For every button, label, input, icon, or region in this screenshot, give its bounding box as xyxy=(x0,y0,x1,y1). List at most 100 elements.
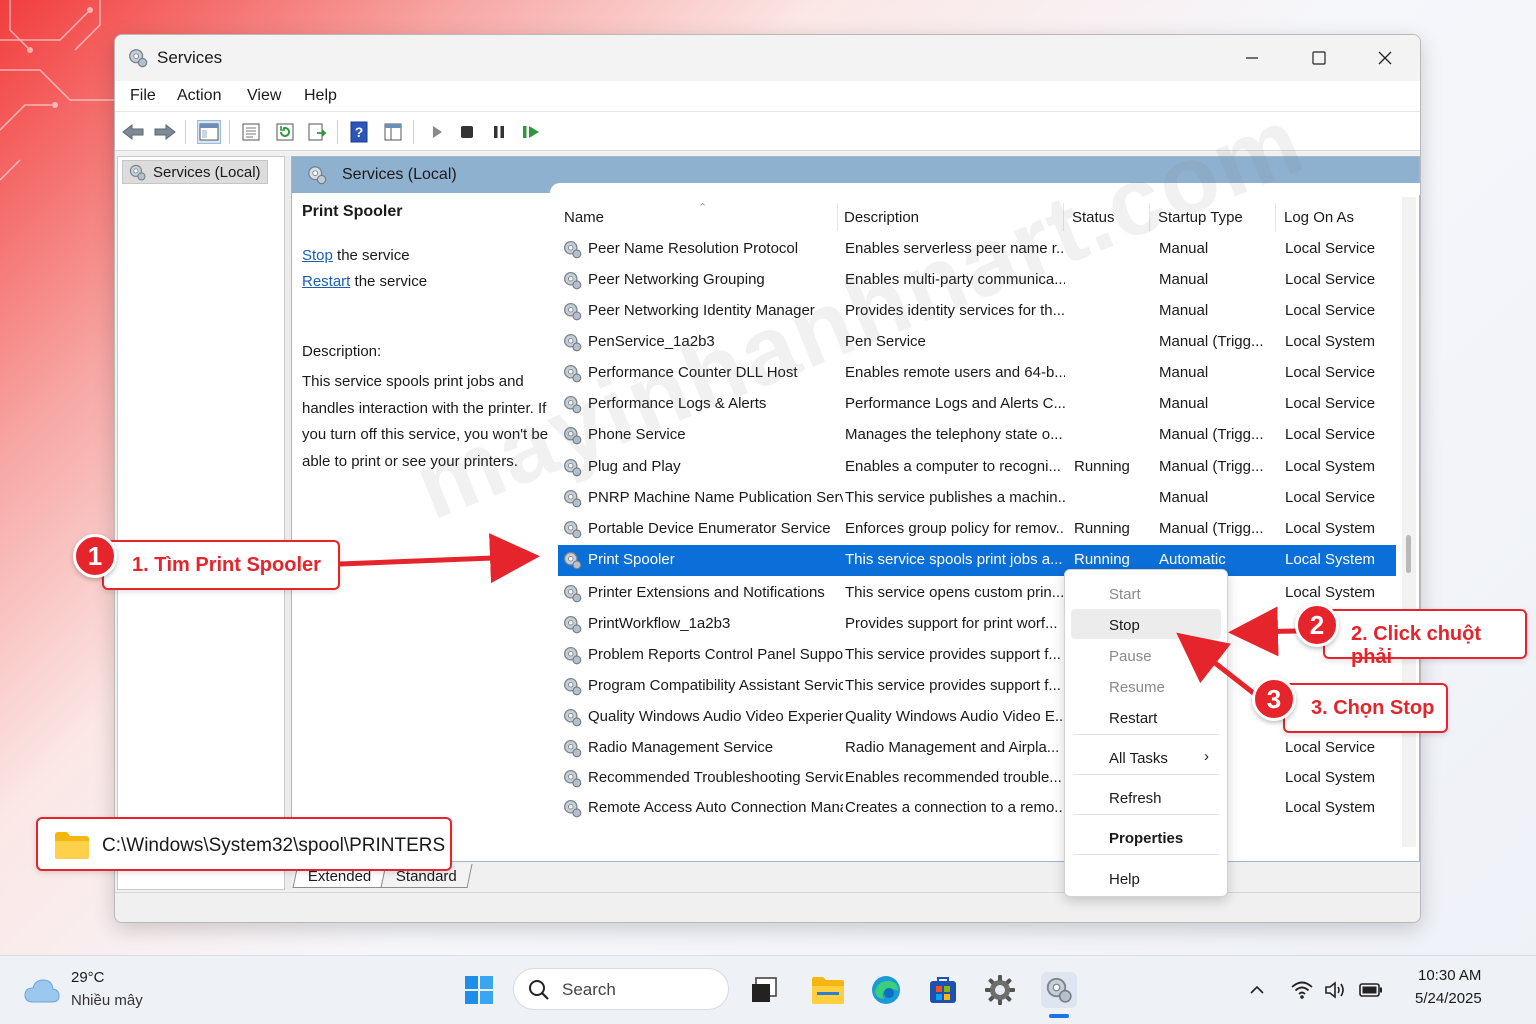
toolbar-separator xyxy=(185,120,186,144)
context-menu-resume[interactable]: Resume xyxy=(1071,671,1221,701)
settings-gear-icon xyxy=(985,975,1015,1005)
service-gear-icon xyxy=(563,240,582,259)
service-row[interactable]: Printer Extensions and Notifications This… xyxy=(558,578,1396,609)
stop-service-button[interactable] xyxy=(455,120,479,144)
svg-text:?: ? xyxy=(355,124,364,140)
column-header-name[interactable]: Name ⌃ xyxy=(558,202,838,231)
service-desc-cell: This service spools print jobs a... xyxy=(845,551,1063,568)
menu-view[interactable]: View xyxy=(247,87,281,105)
service-row[interactable]: Portable Device Enumerator Service Enforc… xyxy=(558,514,1396,545)
service-row[interactable]: Plug and Play Enables a computer to recog… xyxy=(558,452,1396,483)
back-arrow-icon xyxy=(122,123,144,141)
search-icon xyxy=(529,980,549,1000)
service-logon-cell: Local Service xyxy=(1285,364,1376,381)
service-logon-cell: Local Service xyxy=(1285,395,1376,412)
service-row[interactable]: PNRP Machine Name Publication Service Thi… xyxy=(558,483,1396,514)
service-name-cell: PNRP Machine Name Publication Service xyxy=(588,489,843,506)
service-row[interactable]: Radio Management Service Radio Management… xyxy=(558,733,1396,764)
service-logon-cell: Local Service xyxy=(1285,271,1376,288)
restart-service-button[interactable] xyxy=(519,120,543,144)
restart-service-link[interactable]: Restart xyxy=(302,273,350,290)
description-label: Description: xyxy=(302,343,382,360)
show-hide-console-tree-button[interactable] xyxy=(197,120,221,144)
service-startup-cell: Manual (Trigg... xyxy=(1159,520,1264,537)
minimize-button[interactable] xyxy=(1229,44,1275,72)
weather-temperature[interactable]: 29°C xyxy=(71,969,105,986)
pause-service-button[interactable] xyxy=(487,120,511,144)
show-hidden-icons-button[interactable] xyxy=(1245,978,1269,1002)
menu-file[interactable]: File xyxy=(130,87,156,105)
service-detail-panel: Print Spooler Stop the service Restart t… xyxy=(302,203,552,470)
taskbar-search[interactable]: Search xyxy=(513,968,729,1010)
service-name-cell: PrintWorkflow_1a2b3 xyxy=(588,615,731,632)
view-toolbar-button[interactable] xyxy=(381,120,405,144)
clock-time[interactable]: 10:30 AM xyxy=(1418,967,1481,984)
settings-button[interactable] xyxy=(982,972,1018,1008)
network-button[interactable] xyxy=(1290,978,1314,1002)
clock-date[interactable]: 5/24/2025 xyxy=(1415,990,1482,1007)
service-gear-icon xyxy=(563,520,582,539)
service-startup-cell: Manual xyxy=(1159,271,1209,288)
scrollbar-thumb[interactable] xyxy=(1406,535,1411,573)
forward-arrow-icon xyxy=(154,123,176,141)
back-button[interactable] xyxy=(121,120,145,144)
context-menu-start[interactable]: Start xyxy=(1071,578,1221,608)
step-1-badge: 1 xyxy=(73,534,117,578)
file-explorer-button[interactable] xyxy=(810,972,846,1008)
export-list-button[interactable] xyxy=(305,120,329,144)
service-row-selected[interactable]: Print Spooler This service spools print j… xyxy=(558,545,1396,576)
context-menu-pause[interactable]: Pause xyxy=(1071,640,1221,670)
restart-service-suffix: the service xyxy=(350,273,428,290)
callout-step-3: 3. Chọn Stop xyxy=(1283,683,1448,733)
context-menu-all-tasks[interactable]: All Tasks › xyxy=(1071,742,1221,772)
properties-sheet-icon xyxy=(242,123,260,141)
battery-button[interactable] xyxy=(1359,978,1383,1002)
stop-service-link[interactable]: Stop xyxy=(302,247,333,264)
forward-button[interactable] xyxy=(153,120,177,144)
maximize-icon xyxy=(1312,51,1326,65)
minimize-icon xyxy=(1246,57,1258,59)
cloud-icon[interactable] xyxy=(24,976,60,1004)
context-menu-refresh[interactable]: Refresh xyxy=(1071,782,1221,812)
column-header-label: Name xyxy=(564,209,605,226)
close-button[interactable] xyxy=(1362,44,1408,72)
tree-item-services-local[interactable]: Services (Local) xyxy=(122,160,268,184)
service-name-cell: Radio Management Service xyxy=(588,739,774,756)
context-menu-separator xyxy=(1073,734,1219,735)
start-button[interactable] xyxy=(461,972,497,1008)
refresh-toolbar-button[interactable] xyxy=(273,120,297,144)
column-header-log-on-as[interactable]: Log On As xyxy=(1278,203,1390,231)
context-menu-help[interactable]: Help xyxy=(1071,863,1221,893)
console-tree-icon xyxy=(199,123,219,141)
service-name-cell: Program Compatibility Assistant Service xyxy=(588,677,843,694)
list-vertical-scrollbar[interactable] xyxy=(1402,197,1416,847)
taskbar: 29°C Nhiều mây Search 10:30 AM 5/24/2025 xyxy=(0,955,1536,1024)
view-pane-icon xyxy=(384,123,402,141)
service-row[interactable]: PrintWorkflow_1a2b3 Provides support for … xyxy=(558,609,1396,640)
menu-help[interactable]: Help xyxy=(304,87,337,105)
services-taskbar-button[interactable] xyxy=(1041,972,1077,1008)
service-name-cell: Remote Access Auto Connection Manager xyxy=(588,799,843,816)
start-service-button[interactable] xyxy=(425,120,449,144)
service-desc-cell: Enforces group policy for remov... xyxy=(845,520,1065,537)
maximize-button[interactable] xyxy=(1296,44,1342,72)
context-menu-stop[interactable]: Stop xyxy=(1071,609,1221,639)
wifi-icon xyxy=(1291,981,1313,999)
service-row[interactable]: Remote Access Auto Connection Manager Cre… xyxy=(558,793,1396,824)
properties-toolbar-button[interactable] xyxy=(239,120,263,144)
volume-button[interactable] xyxy=(1324,978,1348,1002)
weather-description[interactable]: Nhiều mây xyxy=(71,992,143,1009)
title-bar[interactable]: Services xyxy=(115,35,1420,81)
microsoft-store-button[interactable] xyxy=(925,972,961,1008)
edge-browser-button[interactable] xyxy=(868,972,904,1008)
service-row[interactable]: Problem Reports Control Panel Support Thi… xyxy=(558,640,1396,671)
context-menu-properties[interactable]: Properties xyxy=(1071,822,1221,852)
refresh-icon xyxy=(276,123,294,141)
task-view-button[interactable] xyxy=(746,972,782,1008)
context-menu-separator xyxy=(1073,854,1219,855)
help-toolbar-button[interactable]: ? xyxy=(347,120,371,144)
toolbar-separator xyxy=(413,120,414,144)
menu-action[interactable]: Action xyxy=(177,87,221,105)
service-row[interactable]: Recommended Troubleshooting Service Enabl… xyxy=(558,763,1396,794)
context-menu-restart[interactable]: Restart xyxy=(1071,702,1221,732)
